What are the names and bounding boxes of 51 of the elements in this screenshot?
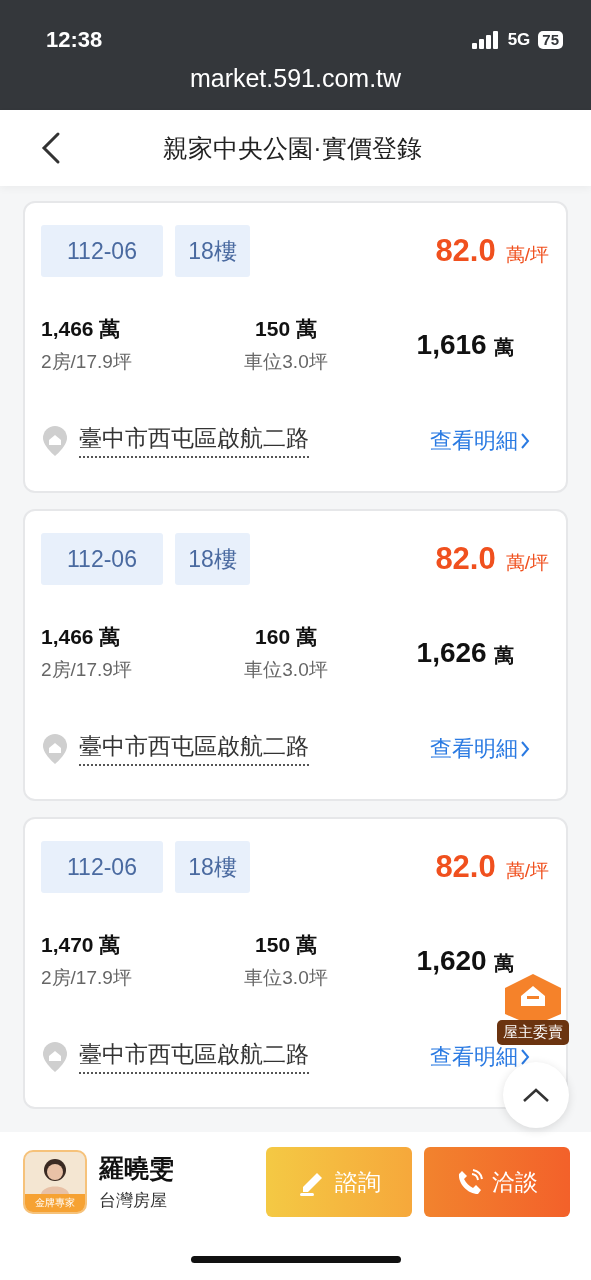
floor-tag: 18樓 — [175, 225, 250, 277]
status-time: 12:38 — [46, 27, 103, 53]
parking-detail: 車位3.0坪 — [244, 350, 328, 374]
address-text: 臺中市西屯區啟航二路 — [79, 423, 309, 458]
chevron-up-icon — [522, 1087, 550, 1103]
chevron-right-icon — [520, 1047, 530, 1066]
signal-icon — [471, 31, 500, 49]
parking-detail: 車位3.0坪 — [244, 966, 328, 990]
house-detail: 2房/17.9坪 — [41, 350, 132, 374]
url-text: market.591.com.tw — [188, 64, 403, 93]
house-detail: 2房/17.9坪 — [41, 658, 132, 682]
unit-price-unit: 萬/坪 — [505, 243, 549, 267]
phone-icon — [456, 1168, 484, 1196]
date-tag: 112-06 — [41, 533, 163, 585]
unit-price: 82.0 — [435, 849, 496, 885]
detail-link[interactable]: 查看明細 — [430, 733, 530, 764]
address-text: 臺中市西屯區啟航二路 — [79, 1039, 309, 1074]
parking-price: 150 萬 — [255, 316, 317, 342]
parking-price: 150 萬 — [255, 932, 317, 958]
house-price: 1,466 萬 — [41, 624, 121, 650]
detail-link[interactable]: 查看明細 — [430, 425, 530, 456]
unit-price-unit: 萬/坪 — [505, 859, 549, 883]
house-price: 1,470 萬 — [41, 932, 121, 958]
location-pin-icon — [41, 1039, 69, 1074]
parking-detail: 車位3.0坪 — [244, 658, 328, 682]
total-price: 1,616 萬 — [415, 329, 515, 361]
floor-tag: 18樓 — [175, 533, 250, 585]
date-tag: 112-06 — [41, 841, 163, 893]
location-pin-icon — [41, 423, 69, 458]
back-icon — [40, 131, 62, 165]
chevron-right-icon — [520, 431, 530, 450]
floor-tag: 18樓 — [175, 841, 250, 893]
unit-price: 82.0 — [435, 541, 496, 577]
page-title: 親家中央公園·實價登錄 — [162, 132, 423, 164]
agent-name: 羅曉雯 — [99, 1153, 175, 1184]
chevron-right-icon — [520, 739, 530, 758]
total-price: 1,626 萬 — [415, 637, 515, 669]
house-detail: 2房/17.9坪 — [41, 966, 132, 990]
battery-indicator: 75 — [538, 31, 563, 49]
unit-price: 82.0 — [435, 233, 496, 269]
unit-price-unit: 萬/坪 — [505, 551, 549, 575]
location-pin-icon — [41, 731, 69, 766]
network-label: 5G — [507, 30, 531, 50]
agent-badge: 金牌專家 — [25, 1194, 85, 1212]
parking-price: 160 萬 — [255, 624, 317, 650]
call-button[interactable]: 洽談 — [424, 1147, 570, 1217]
address-text: 臺中市西屯區啟航二路 — [79, 731, 309, 766]
house-price: 1,466 萬 — [41, 316, 121, 342]
owner-sale-badge[interactable]: 屋主委賣 — [497, 972, 569, 1045]
date-tag: 112-06 — [41, 225, 163, 277]
agent-company: 台灣房屋 — [99, 1190, 168, 1212]
